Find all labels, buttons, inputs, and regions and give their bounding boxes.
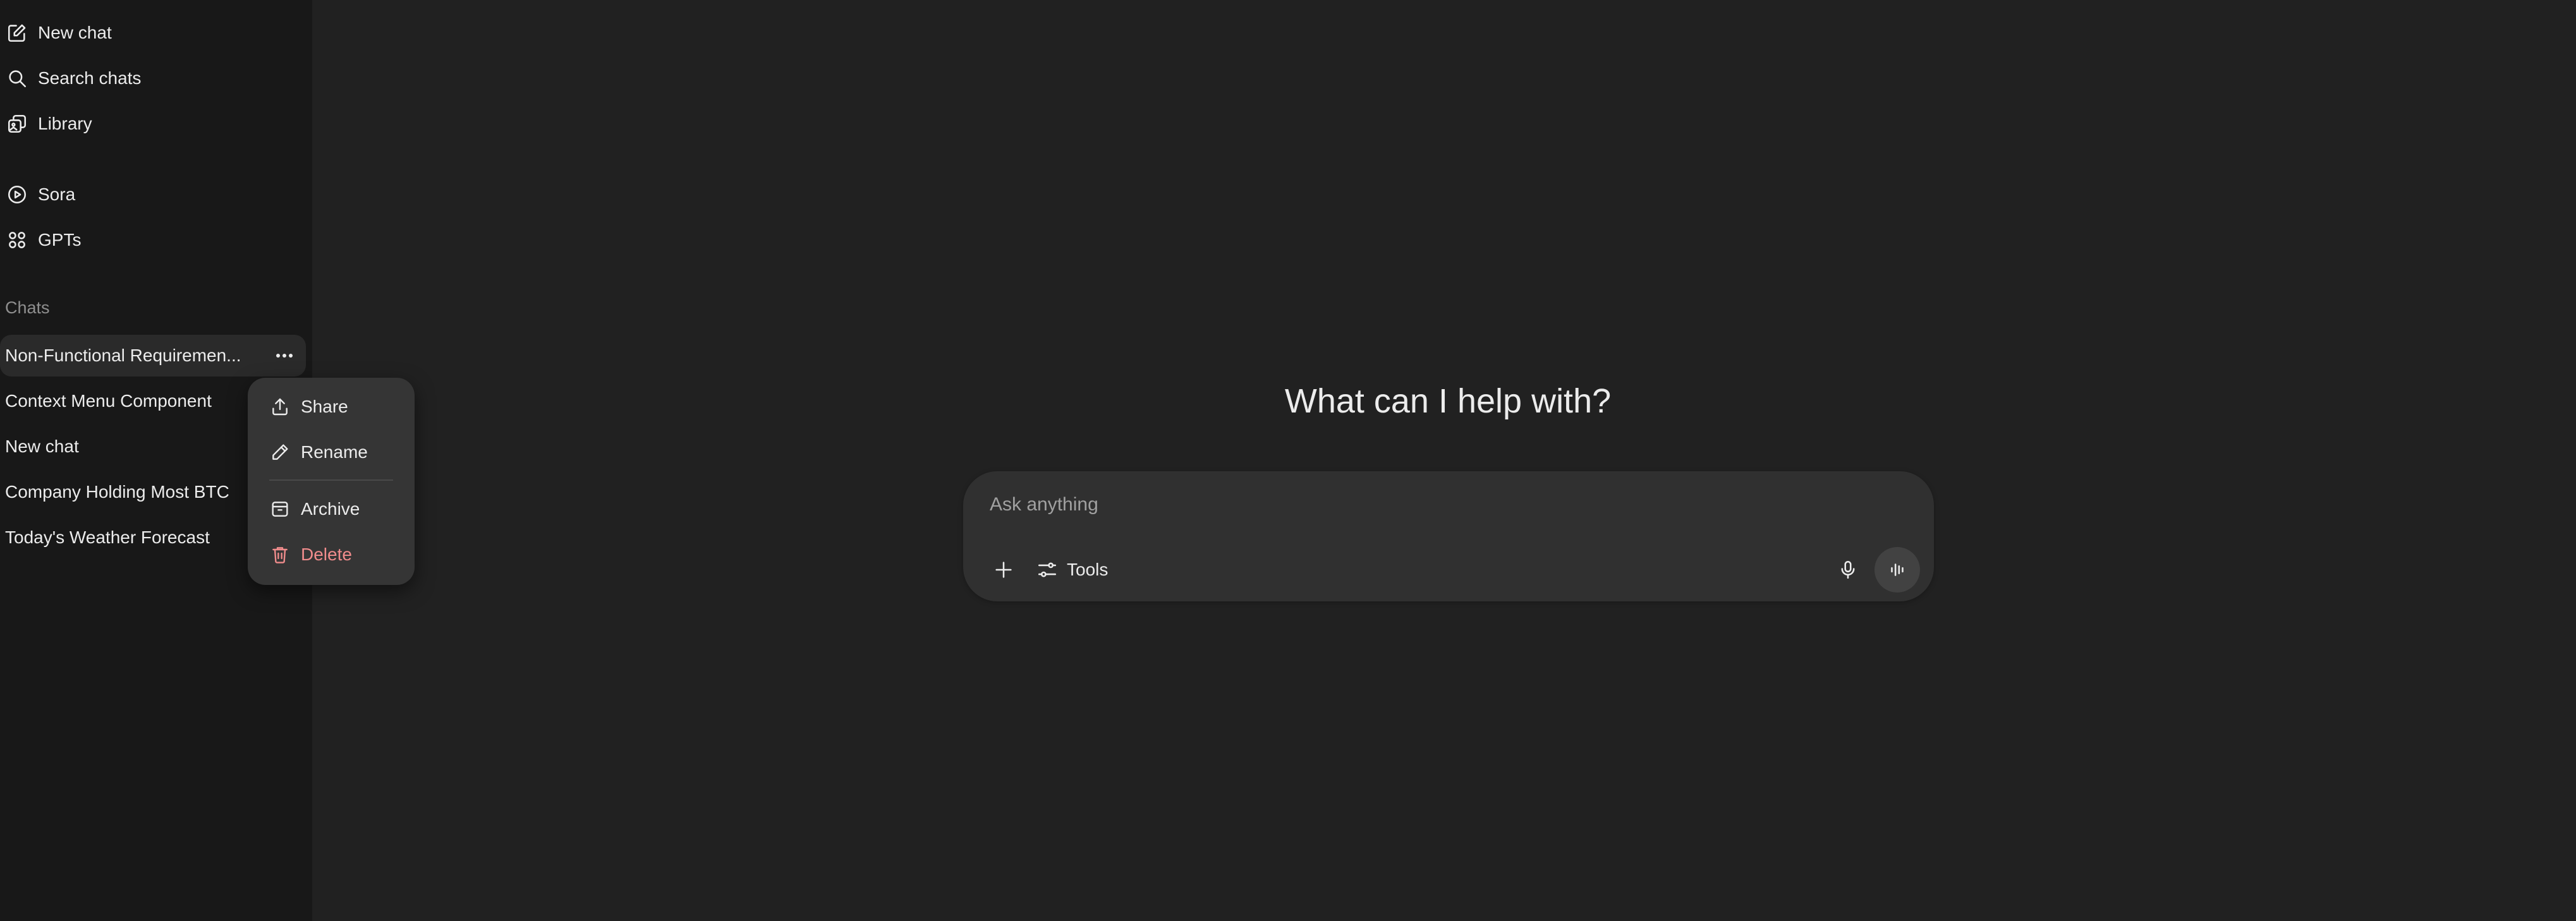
new-chat-button[interactable]: New chat — [0, 14, 303, 52]
composer: Tools — [963, 471, 1934, 601]
delete-menu-item[interactable]: Delete — [248, 534, 415, 575]
attach-button[interactable] — [986, 552, 1021, 587]
library-label: Library — [38, 114, 92, 133]
ellipsis-icon — [276, 354, 293, 358]
rename-label: Rename — [301, 442, 368, 462]
chat-item-non-functional-requirements[interactable]: Non-Functional Requiremen... — [0, 335, 306, 376]
archive-icon — [269, 498, 291, 520]
new-chat-label: New chat — [38, 23, 112, 42]
archive-label: Archive — [301, 499, 360, 519]
share-label: Share — [301, 397, 348, 416]
gpts-label: GPTs — [38, 230, 82, 250]
archive-menu-item[interactable]: Archive — [248, 489, 415, 529]
trash-icon — [269, 544, 291, 565]
library-button[interactable]: Library — [0, 105, 303, 143]
waveform-icon — [1891, 563, 1904, 576]
delete-label: Delete — [301, 545, 352, 564]
menu-divider — [269, 479, 393, 481]
chat-item-label: Non-Functional Requiremen... — [5, 346, 241, 365]
rename-menu-item[interactable]: Rename — [248, 432, 415, 473]
chats-section-label: Chats — [5, 298, 50, 317]
share-menu-item[interactable]: Share — [248, 387, 415, 427]
tools-button[interactable]: Tools — [1029, 552, 1115, 587]
gpts-button[interactable]: GPTs — [0, 221, 303, 259]
more-options-button[interactable] — [272, 343, 297, 368]
dictate-button[interactable] — [1830, 552, 1866, 587]
app-window: New chat Search chats Library Sora GPTs … — [0, 0, 2576, 921]
chat-item-label: New chat — [5, 436, 79, 456]
edit-icon — [6, 22, 28, 44]
chat-item-label: Today's Weather Forecast — [5, 527, 210, 547]
pencil-icon — [269, 442, 291, 463]
play-icon — [6, 184, 28, 205]
chat-item-label: Company Holding Most BTC — [5, 482, 229, 502]
search-icon — [6, 68, 28, 89]
library-icon — [6, 113, 28, 135]
search-chats-button[interactable]: Search chats — [0, 59, 303, 97]
voice-mode-button[interactable] — [1874, 547, 1920, 593]
share-icon — [269, 396, 291, 418]
search-chats-label: Search chats — [38, 68, 142, 88]
chat-item-label: Context Menu Component — [5, 391, 212, 411]
prompt-input[interactable] — [988, 490, 1876, 519]
tools-label: Tools — [1067, 560, 1109, 579]
microphone-icon — [1841, 560, 1855, 579]
page-title: What can I help with? — [1284, 382, 1612, 420]
plus-icon — [995, 562, 1012, 578]
sliders-icon — [1038, 562, 1057, 577]
sora-label: Sora — [38, 184, 76, 204]
chat-context-menu: Share Rename Archive Delete — [248, 378, 415, 585]
grid-icon — [6, 229, 28, 251]
sora-button[interactable]: Sora — [0, 176, 303, 214]
